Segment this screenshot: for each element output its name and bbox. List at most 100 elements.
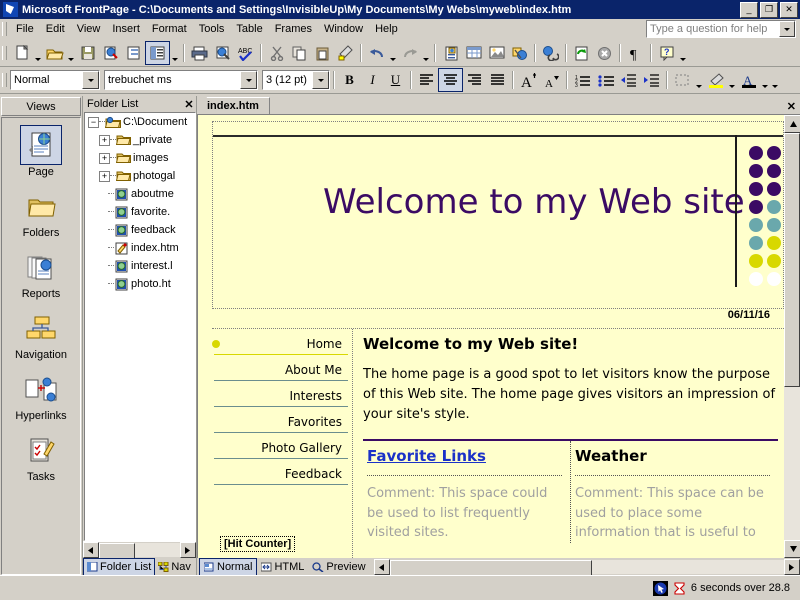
close-icon[interactable]: ✕ [182,98,196,111]
tree-row[interactable]: aboutme [85,185,195,203]
show-all-icon[interactable]: ¶ [624,42,647,64]
page-nav-favorites[interactable]: Favorites [214,413,348,433]
page-nav-home[interactable]: Home [212,335,348,355]
tab-html-view[interactable]: HTML [257,559,308,575]
views-item-page[interactable]: Page [2,125,80,178]
menu-format[interactable]: Format [146,21,193,37]
views-item-folders[interactable]: Folders [2,188,80,239]
tree-row[interactable]: + images [85,149,195,167]
page-nav-interests[interactable]: Interests [214,387,348,407]
justify-icon[interactable] [486,69,509,91]
document-vscrollbar[interactable] [784,114,800,558]
menu-help[interactable]: Help [369,21,404,37]
insert-picture-icon[interactable] [485,42,508,64]
copy-icon[interactable] [288,42,311,64]
align-center-icon[interactable] [438,68,463,92]
hscroll-thumb[interactable] [389,560,592,576]
navigation-pane-icon[interactable] [122,42,145,64]
close-button[interactable]: ✕ [780,1,798,18]
menu-frames[interactable]: Frames [269,21,318,37]
menu-table[interactable]: Table [230,21,268,37]
align-right-icon[interactable] [463,69,486,91]
folder-tree[interactable]: − C:\Document + _private + images + phot… [84,112,196,541]
increase-indent-icon[interactable] [640,69,663,91]
font-select-arrow[interactable] [240,71,257,89]
formatting-toolbar-options[interactable] [770,66,780,94]
document-hscrollbar[interactable] [373,559,800,576]
restore-button[interactable]: ❐ [760,1,778,18]
style-select[interactable]: Normal [10,70,100,90]
publish-web-icon[interactable] [99,42,122,64]
folder-list-toggle-icon[interactable] [145,41,170,65]
save-icon[interactable] [76,42,99,64]
bulleted-list-icon[interactable] [594,69,617,91]
numbered-list-icon[interactable]: 123 [571,69,594,91]
menu-edit[interactable]: Edit [40,21,71,37]
tree-row[interactable]: favorite. [85,203,195,221]
open-dropdown[interactable] [66,39,76,67]
standard-toolbar-grip[interactable] [2,46,7,60]
font-color-dropdown[interactable] [760,66,770,94]
expand-icon[interactable]: + [99,170,110,182]
vscroll-thumb[interactable] [784,133,800,388]
collapse-icon[interactable]: − [88,116,99,128]
spelling-icon[interactable]: ABC [234,42,257,64]
scroll-right-button[interactable] [784,559,800,575]
underline-button[interactable]: U [384,69,407,91]
views-item-navigation[interactable]: Navigation [2,310,80,361]
folder-list-hscrollbar[interactable] [83,541,196,559]
align-left-icon[interactable] [415,69,438,91]
hit-counter-component[interactable]: [Hit Counter] [220,536,296,552]
font-select[interactable]: trebuchet ms [104,70,258,90]
folder-list-dropdown[interactable] [170,39,180,67]
tree-row[interactable]: feedback [85,221,195,239]
font-size-select[interactable]: 3 (12 pt) [262,70,330,90]
style-select-arrow[interactable] [82,71,99,89]
scroll-left-button[interactable] [83,542,99,558]
font-color-icon[interactable]: A [737,69,760,91]
hscroll-track[interactable] [99,543,180,559]
vscroll-track[interactable] [784,133,800,540]
decrease-font-size-icon[interactable]: A [540,69,563,91]
scroll-left-button[interactable] [373,559,390,575]
scroll-up-button[interactable] [784,115,800,133]
page-nav-feedback[interactable]: Feedback [214,465,348,485]
insert-table-icon[interactable] [462,42,485,64]
tree-row[interactable]: − C:\Document [85,113,195,131]
expand-icon[interactable]: + [99,152,110,164]
preview-browser-icon[interactable] [211,42,234,64]
hyperlink-icon[interactable] [539,42,562,64]
page-canvas[interactable]: Welcome to my Web site 06/11/16 Home Abo… [197,114,784,558]
tree-row[interactable]: photo.ht [85,275,195,293]
tree-row[interactable]: + _private [85,131,195,149]
views-item-tasks[interactable]: Tasks [2,432,80,483]
tree-row[interactable]: index.htm [85,239,195,257]
scroll-right-button[interactable] [180,542,196,558]
formatting-toolbar-grip[interactable] [2,73,7,87]
menu-window[interactable]: Window [318,21,369,37]
views-item-reports[interactable]: Reports [2,249,80,300]
menu-tools[interactable]: Tools [193,21,231,37]
refresh-icon[interactable] [570,42,593,64]
scroll-down-button[interactable] [784,540,800,558]
tree-row[interactable]: + photogal [85,167,195,185]
page-column-title-link[interactable]: Favorite Links [367,447,562,465]
redo-dropdown[interactable] [421,39,431,67]
highlight-color-icon[interactable] [704,69,727,91]
font-size-select-arrow[interactable] [312,71,329,89]
document-tab-index[interactable]: index.htm [201,97,270,114]
menu-file[interactable]: File [10,21,40,37]
hscroll-track[interactable] [389,560,784,576]
menu-view[interactable]: View [71,21,107,37]
borders-dropdown[interactable] [694,66,704,94]
ask-a-question-dropdown[interactable] [779,21,795,37]
paste-icon[interactable] [311,42,334,64]
tab-normal-view[interactable]: Normal [199,558,258,576]
print-icon[interactable] [188,42,211,64]
italic-button[interactable]: I [361,69,384,91]
page-nav-photo-gallery[interactable]: Photo Gallery [214,439,348,459]
menu-insert[interactable]: Insert [106,21,146,37]
expand-icon[interactable]: + [99,134,110,146]
cut-icon[interactable] [265,42,288,64]
tab-folder-list[interactable]: Folder List [83,558,156,576]
